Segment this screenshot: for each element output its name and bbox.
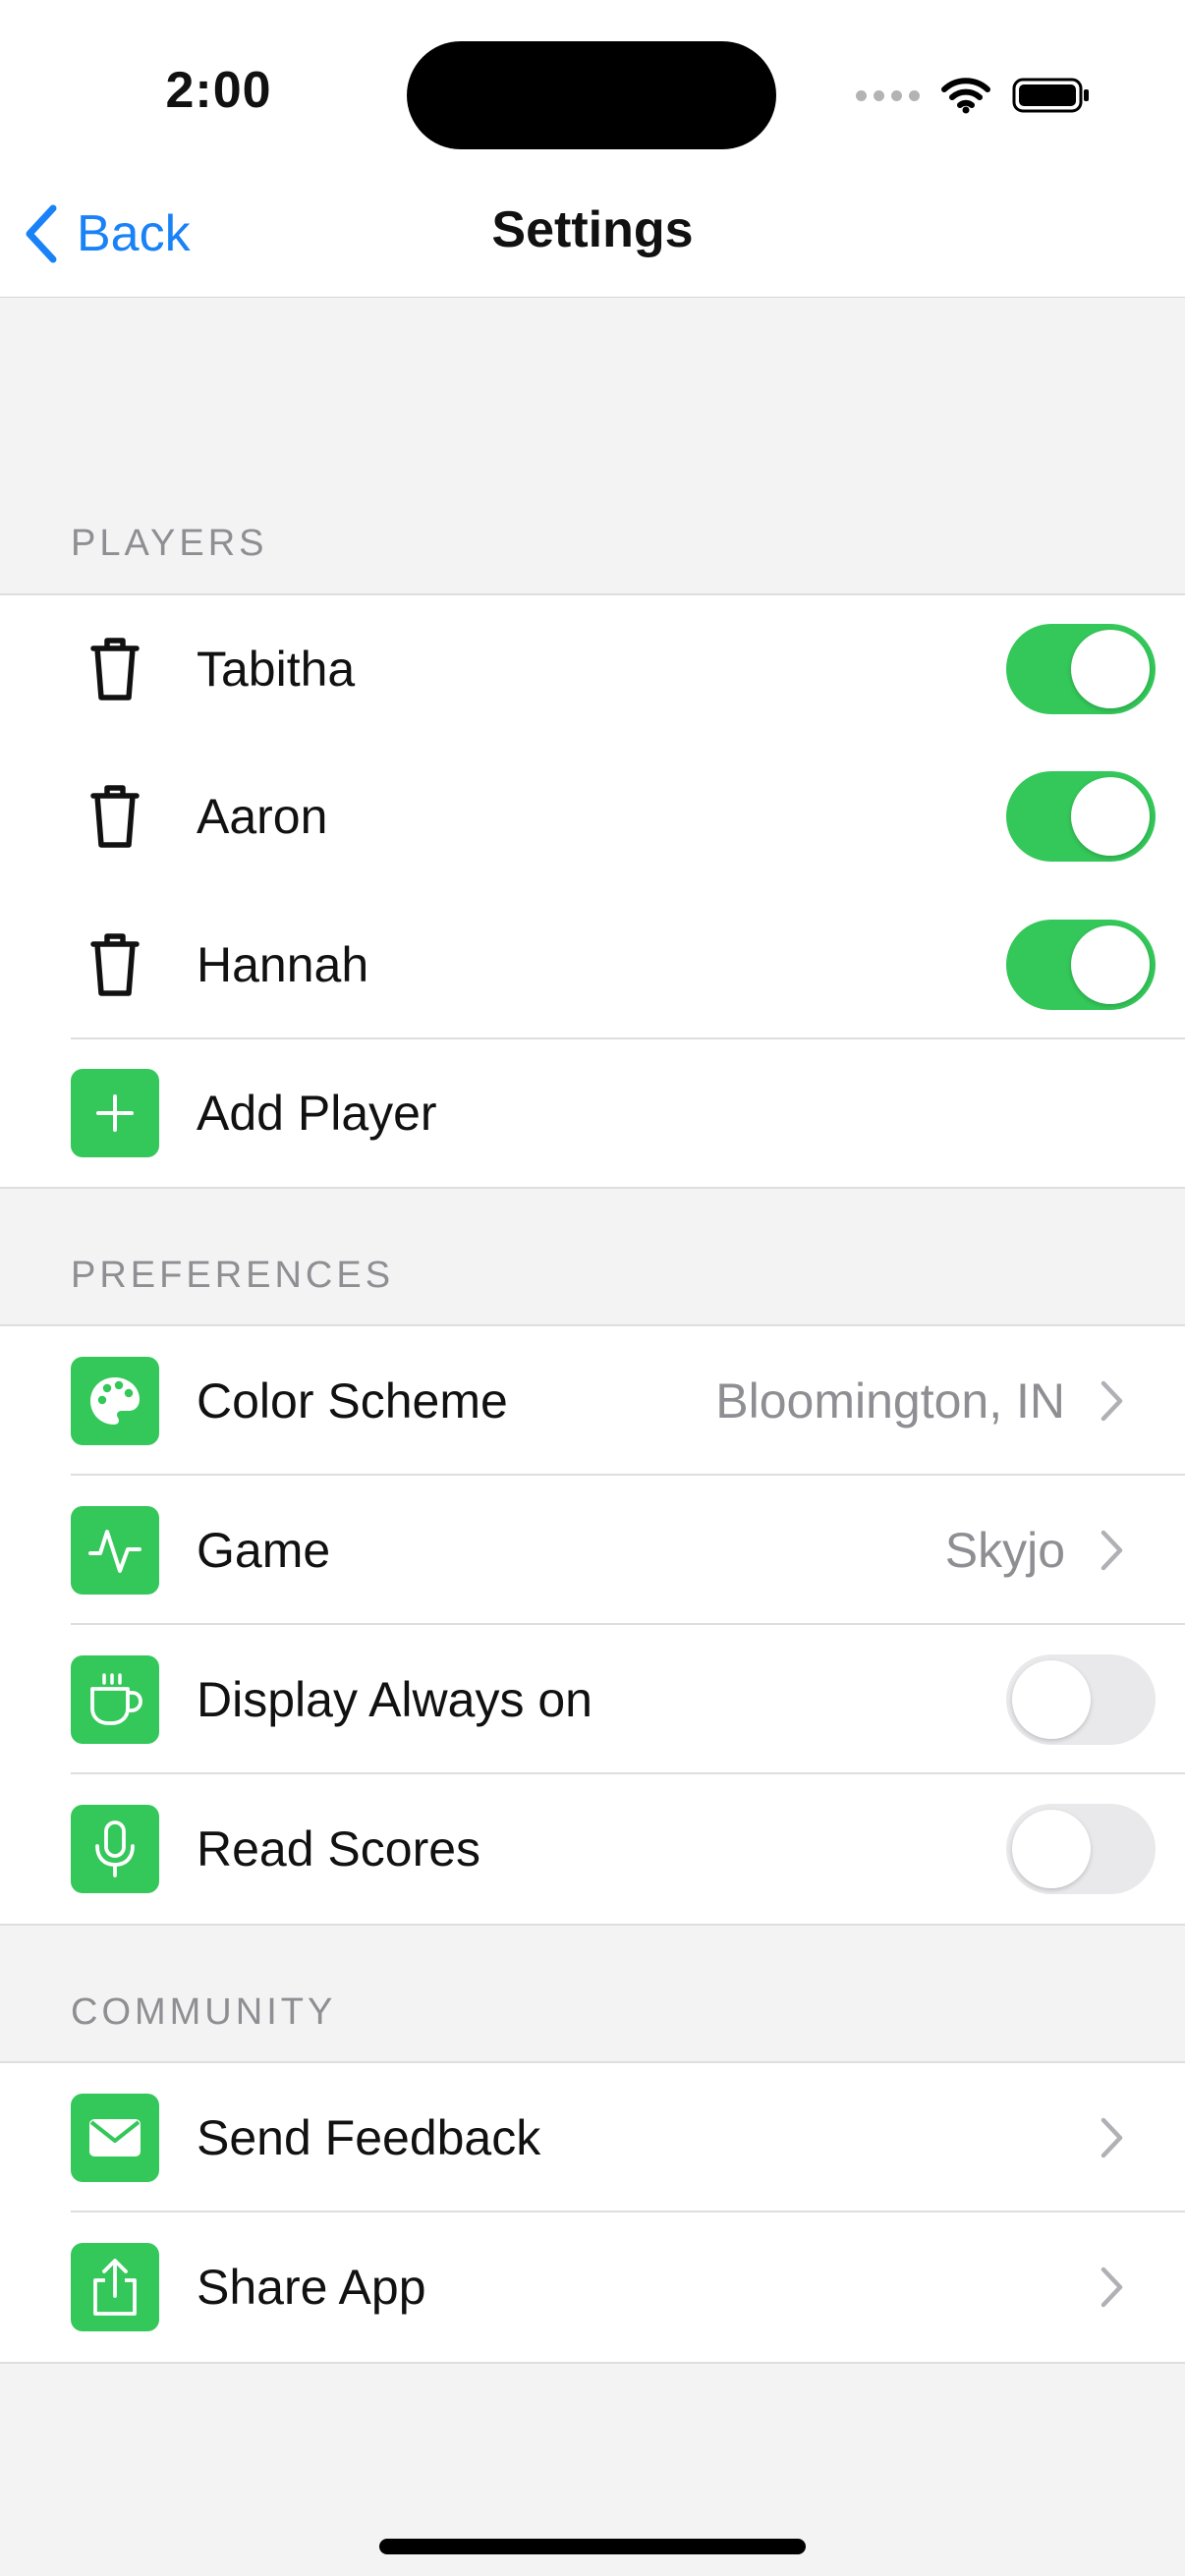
share-app-row[interactable]: Share App	[0, 2212, 1185, 2362]
chevron-right-icon	[1100, 2267, 1123, 2308]
chevron-right-icon	[1100, 1530, 1123, 1571]
envelope-icon	[71, 2094, 159, 2182]
dynamic-island	[407, 41, 776, 149]
player-name: Hannah	[197, 937, 369, 992]
preferences-group: Color Scheme Bloomington, IN Game Skyjo …	[0, 1324, 1185, 1926]
trash-icon[interactable]	[81, 777, 149, 856]
section-header-preferences: PREFERENCES	[71, 1255, 395, 1296]
microphone-icon	[71, 1805, 159, 1893]
player-row: Aaron	[0, 743, 1185, 890]
cellular-signal-icon	[856, 89, 920, 101]
share-icon	[71, 2243, 159, 2331]
home-indicator	[379, 2539, 806, 2554]
chevron-right-icon	[1100, 1380, 1123, 1422]
battery-icon	[1012, 78, 1089, 113]
game-value: Skyjo	[944, 1523, 1065, 1578]
player-enabled-toggle[interactable]	[1006, 771, 1156, 862]
status-bar: 2:00	[0, 0, 1185, 177]
players-group: Tabitha Aaron Hannah Add Player	[0, 593, 1185, 1189]
plus-icon	[71, 1069, 159, 1157]
player-row: Hannah	[0, 890, 1185, 1039]
color-scheme-row[interactable]: Color Scheme Bloomington, IN	[0, 1326, 1185, 1476]
display-always-on-label: Display Always on	[197, 1672, 592, 1727]
read-scores-label: Read Scores	[197, 1821, 481, 1876]
status-indicators	[856, 71, 1091, 120]
trash-icon[interactable]	[81, 630, 149, 708]
color-scheme-label: Color Scheme	[197, 1373, 508, 1428]
player-name: Tabitha	[197, 642, 356, 697]
display-always-on-row: Display Always on	[0, 1625, 1185, 1774]
navigation-bar: Back Settings	[0, 177, 1185, 298]
add-player-button[interactable]: Add Player	[0, 1039, 1185, 1187]
send-feedback-label: Send Feedback	[197, 2110, 541, 2165]
read-scores-row: Read Scores	[0, 1774, 1185, 1924]
player-enabled-toggle[interactable]	[1006, 624, 1156, 714]
waveform-icon	[71, 1506, 159, 1595]
community-group: Send Feedback Share App	[0, 2061, 1185, 2364]
read-scores-toggle[interactable]	[1006, 1804, 1156, 1894]
trash-icon[interactable]	[81, 925, 149, 1004]
send-feedback-row[interactable]: Send Feedback	[0, 2063, 1185, 2212]
section-header-community: COMMUNITY	[71, 1991, 337, 2033]
display-always-on-toggle[interactable]	[1006, 1654, 1156, 1745]
cup-icon	[71, 1655, 159, 1744]
status-time: 2:00	[165, 62, 272, 119]
palette-icon	[71, 1357, 159, 1445]
share-app-label: Share App	[197, 2260, 426, 2315]
color-scheme-value: Bloomington, IN	[715, 1373, 1065, 1428]
page-title: Settings	[491, 201, 694, 258]
game-row[interactable]: Game Skyjo	[0, 1476, 1185, 1625]
add-player-label: Add Player	[197, 1086, 437, 1141]
section-header-players: PLAYERS	[71, 523, 268, 564]
player-name: Aaron	[197, 789, 328, 844]
player-row: Tabitha	[0, 595, 1185, 743]
game-label: Game	[197, 1523, 331, 1578]
player-enabled-toggle[interactable]	[1006, 920, 1156, 1010]
chevron-right-icon	[1100, 2117, 1123, 2158]
wifi-icon	[941, 78, 990, 114]
